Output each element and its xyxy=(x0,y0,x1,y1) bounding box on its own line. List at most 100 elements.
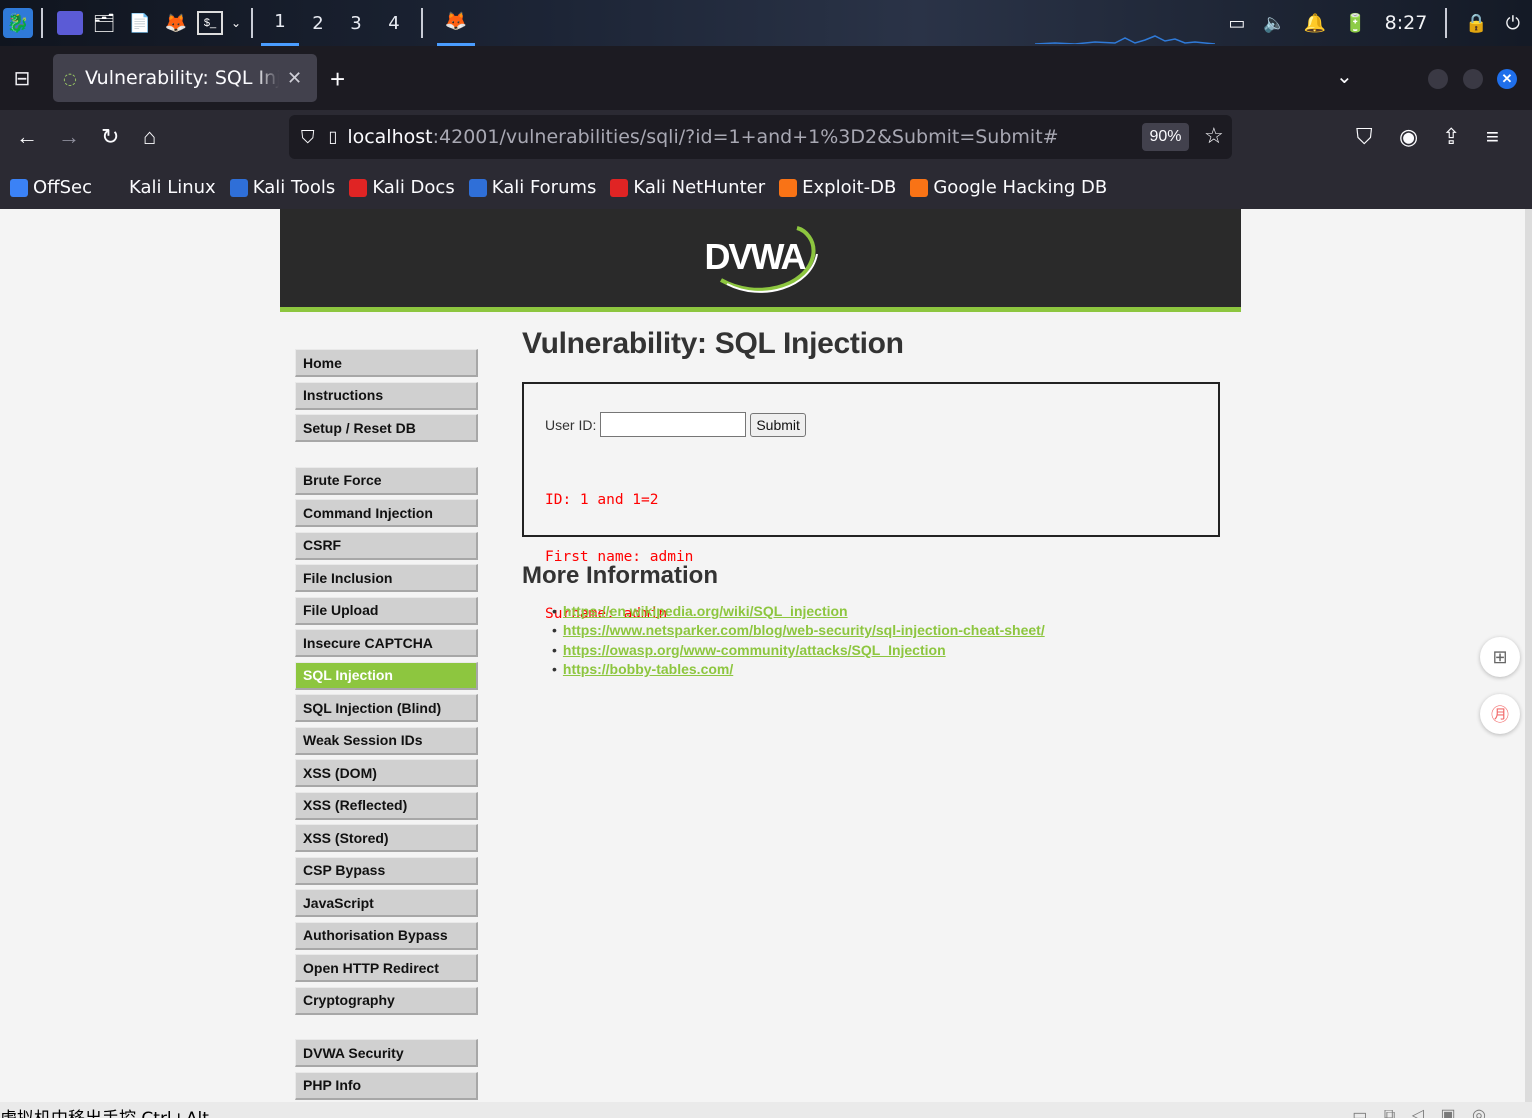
menu-item-csp-bypass[interactable]: CSP Bypass xyxy=(295,856,478,885)
bookmark-favicon-icon xyxy=(910,178,929,197)
more-information-heading: More Information xyxy=(522,562,718,589)
menu-item-php-info[interactable]: PHP Info xyxy=(295,1071,478,1100)
tab-sql-injection[interactable]: ◌ Vulnerability: SQL Injection ✕ xyxy=(53,54,317,102)
owasp-link[interactable]: https://owasp.org/www-community/attacks/… xyxy=(563,642,946,658)
menu-item-dvwa-security[interactable]: DVWA Security xyxy=(295,1039,478,1067)
vm-hint-text: 虚拟机中移出手控 Ctrl+Alt xyxy=(0,1104,209,1118)
minimize-button[interactable] xyxy=(1428,69,1448,89)
browser-tab-strip: ⊟ ◌ Vulnerability: SQL Injection ✕ + ⌄ ✕ xyxy=(0,46,1532,110)
menu-item-xss-reflected[interactable]: XSS (Reflected) xyxy=(295,791,478,820)
chevron-down-icon[interactable]: ⌄ xyxy=(1336,64,1353,89)
workspace-4[interactable]: 4 xyxy=(375,0,413,46)
bobby-tables-link[interactable]: https://bobby-tables.com/ xyxy=(563,661,733,677)
menu-item-sql-injection-blind[interactable]: SQL Injection (Blind) xyxy=(295,694,478,722)
firefox-window-icon[interactable]: 🦊 xyxy=(437,0,475,46)
menu-item-sql-injection[interactable]: SQL Injection xyxy=(295,661,478,690)
menu-item-setup-reset-db[interactable]: Setup / Reset DB xyxy=(295,414,478,442)
bookmark-star-icon[interactable]: ☆ xyxy=(1204,123,1224,149)
taskbar-separator xyxy=(41,8,43,38)
menu-item-file-upload[interactable]: File Upload xyxy=(295,596,478,625)
bookmark-favicon-icon xyxy=(610,178,629,197)
menu-item-xss-stored[interactable]: XSS (Stored) xyxy=(295,824,478,852)
zoom-level-button[interactable]: 90% xyxy=(1142,123,1189,151)
bookmark-item[interactable]: Google Hacking DB xyxy=(910,177,1107,198)
menu-item-javascript[interactable]: JavaScript xyxy=(295,889,478,917)
battery-icon[interactable]: 🔋 xyxy=(1344,13,1366,34)
menu-item-home[interactable]: Home xyxy=(295,349,478,377)
list-item: https://www.netsparker.com/blog/web-secu… xyxy=(552,621,1045,640)
desktop-icon[interactable] xyxy=(57,11,83,35)
more-information-links: https://en.wikipedia.org/wiki/SQL_inject… xyxy=(552,602,1045,679)
netsparker-link[interactable]: https://www.netsparker.com/blog/web-secu… xyxy=(563,622,1045,638)
list-all-tabs-icon[interactable]: ⊟ xyxy=(0,56,44,100)
display-icon[interactable]: ▭ xyxy=(1228,13,1245,34)
chevron-down-icon[interactable]: ⌄ xyxy=(229,8,243,38)
pocket-icon[interactable]: ⛉ xyxy=(1356,124,1373,150)
menu-icon[interactable]: ≡ xyxy=(1486,124,1499,150)
kali-menu-icon[interactable]: 🐉 xyxy=(3,8,33,38)
bookmark-item[interactable]: Kali Docs xyxy=(349,177,455,198)
page-viewport: DVWA Home Instructions Setup / Reset DB Bru… xyxy=(0,209,1532,1102)
new-tab-button[interactable]: + xyxy=(330,64,345,95)
back-arrow-icon[interactable]: ← xyxy=(16,124,38,150)
page-info-icon[interactable]: ▯ xyxy=(329,127,338,147)
menu-item-open-http-redirect[interactable]: Open HTTP Redirect xyxy=(295,954,478,982)
menu-item-command-injection[interactable]: Command Injection xyxy=(295,499,478,527)
menu-item-csrf[interactable]: CSRF xyxy=(295,531,478,560)
menu-item-weak-session-ids[interactable]: Weak Session IDs xyxy=(295,726,478,755)
forward-arrow-icon[interactable]: → xyxy=(58,124,80,150)
dvwa-logo[interactable]: DVWA xyxy=(701,218,821,298)
wikipedia-link[interactable]: https://en.wikipedia.org/wiki/SQL_inject… xyxy=(563,603,848,619)
network-graph xyxy=(1035,35,1215,44)
workspace-2[interactable]: 2 xyxy=(299,0,337,46)
clock[interactable]: 8:27 xyxy=(1385,12,1428,34)
menu-item-file-inclusion[interactable]: File Inclusion xyxy=(295,564,478,592)
url-bar[interactable]: ⛉ ▯ localhost:42001/vulnerabilities/sqli… xyxy=(289,115,1232,159)
menu-item-brute-force[interactable]: Brute Force xyxy=(295,466,478,495)
reload-icon[interactable]: ↻ xyxy=(101,124,119,150)
menu-item-authorisation-bypass[interactable]: Authorisation Bypass xyxy=(295,921,478,950)
translate-widget-icon[interactable]: ㊊ xyxy=(1480,694,1520,734)
bookmarks-toolbar: OffSec Kali Linux Kali Tools Kali Docs Kali … xyxy=(0,166,1532,209)
home-icon[interactable]: ⌂ xyxy=(143,124,156,150)
volume-icon[interactable]: 🔈 xyxy=(1263,13,1285,34)
user-id-input[interactable] xyxy=(600,412,747,437)
file-manager-icon[interactable]: 🗂 xyxy=(89,8,119,38)
close-window-button[interactable]: ✕ xyxy=(1497,69,1517,89)
terminal-icon[interactable]: $_ xyxy=(197,11,223,35)
menu-item-cryptography[interactable]: Cryptography xyxy=(295,986,478,1015)
url-path: :42001/vulnerabilities/sqli/?id=1+and+1%… xyxy=(432,126,1059,148)
tracking-shield-icon[interactable]: ⛉ xyxy=(301,127,315,148)
account-icon[interactable]: ◉ xyxy=(1399,124,1418,150)
bookmark-item[interactable]: Exploit-DB xyxy=(779,177,896,198)
logout-icon[interactable]: ⏻ xyxy=(1506,13,1520,34)
close-icon[interactable]: ✕ xyxy=(287,68,302,89)
bookmark-label: Kali Forums xyxy=(491,177,597,198)
workspace-1[interactable]: 1 xyxy=(261,0,299,46)
tray-separator xyxy=(1445,8,1448,38)
main-body: Vulnerability: SQL Injection User ID: Su… xyxy=(522,327,1222,677)
notification-bell-icon[interactable]: 🔔 xyxy=(1304,13,1326,34)
bookmark-item[interactable]: Kali Linux xyxy=(105,177,216,198)
submit-button[interactable]: Submit xyxy=(750,412,806,437)
maximize-button[interactable] xyxy=(1463,69,1483,89)
menu-item-xss-dom[interactable]: XSS (DOM) xyxy=(295,759,478,787)
system-taskbar: 🐉 🗂 📄 🦊 $_ ⌄ 1 2 3 4 🦊 ▭ 🔈 🔔 🔋 8:27 🔒 ⏻ xyxy=(0,0,1532,46)
firefox-launcher-icon[interactable]: 🦊 xyxy=(161,8,191,38)
extensions-icon[interactable]: ⇪ xyxy=(1442,124,1460,150)
qr-code-widget-icon[interactable]: ⊞ xyxy=(1480,637,1520,677)
bookmark-item[interactable]: Kali Forums xyxy=(468,177,597,198)
menu-spacer xyxy=(295,1019,478,1039)
workspace-3[interactable]: 3 xyxy=(337,0,375,46)
text-editor-icon[interactable]: 📄 xyxy=(125,8,155,38)
bookmark-item[interactable]: Kali Tools xyxy=(229,177,335,198)
menu-item-instructions[interactable]: Instructions xyxy=(295,381,478,410)
scrollbar[interactable] xyxy=(1525,209,1532,1102)
lock-icon[interactable]: 🔒 xyxy=(1465,13,1487,34)
bookmark-item[interactable]: Kali NetHunter xyxy=(610,177,765,198)
taskbar-separator xyxy=(251,8,253,38)
vm-status-icons: ▭ ⧉ ◁ ▣ ◎ xyxy=(1352,1107,1492,1118)
bookmark-label: Kali Linux xyxy=(128,177,216,198)
menu-item-insecure-captcha[interactable]: Insecure CAPTCHA xyxy=(295,629,478,657)
bookmark-item[interactable]: OffSec xyxy=(10,177,92,198)
